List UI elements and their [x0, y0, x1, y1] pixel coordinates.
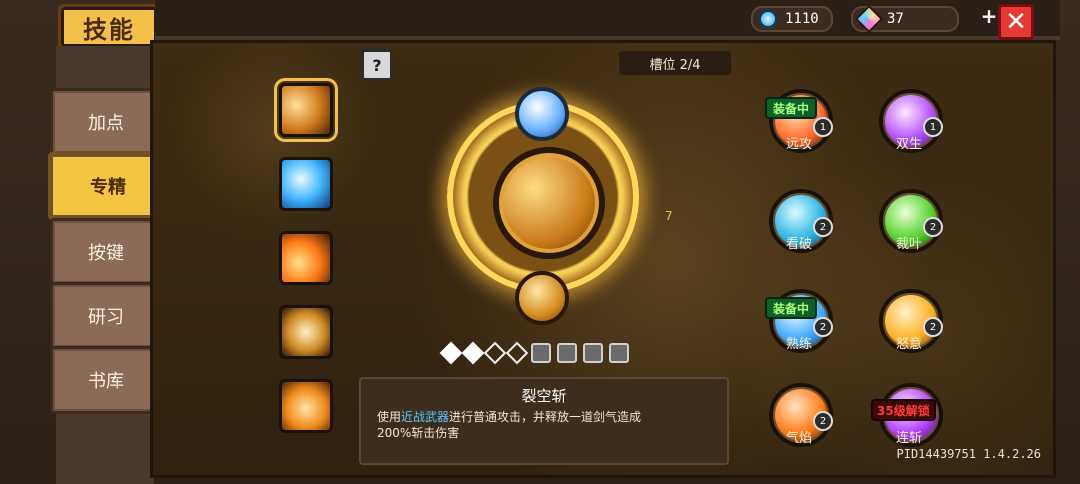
skill-label: 看破: [785, 237, 812, 252]
progress-indicators: [439, 341, 629, 365]
crystal-currency[interactable]: 37: [851, 4, 959, 34]
skill-label: 气焰: [785, 431, 812, 446]
equipped-tag: 装备中: [765, 97, 818, 119]
progress-diamond-filled: [461, 341, 485, 365]
lock-icon: [557, 343, 577, 363]
sidebar-item-library[interactable]: 书库: [50, 346, 162, 414]
add-currency-button[interactable]: +: [979, 4, 999, 28]
slot-label: 槽位 2/4: [619, 51, 731, 75]
selected-skill-core[interactable]: [493, 147, 605, 259]
skill-description: 使用近战武器进行普通攻击，并释放一道剑气造成 200%斩击伤害: [377, 409, 711, 441]
sidebar-item-keybinds[interactable]: 按键: [50, 218, 162, 286]
sidebar-item-label: 加点: [88, 113, 124, 134]
sidebar-item-label: 研习: [88, 307, 124, 328]
crystal-count: 37: [887, 11, 904, 27]
unlock-level-tag: 35级解锁: [871, 399, 936, 421]
equipped-tag: 装备中: [765, 297, 818, 319]
lock-icon: [583, 343, 603, 363]
skill-label: 裁叶: [895, 237, 922, 252]
sidebar-item-label: 书库: [88, 371, 124, 392]
page-title: 技能: [83, 15, 135, 44]
desc-keyword: 近战武器: [401, 410, 450, 424]
sidebar-item-label: 按键: [88, 243, 124, 264]
progress-diamond-empty: [505, 341, 529, 365]
left-skill-fire-dash[interactable]: [279, 231, 333, 285]
skill-description-panel: 裂空斩 使用近战武器进行普通攻击，并释放一道剑气造成 200%斩击伤害: [359, 377, 729, 465]
progress-diamond-empty: [483, 341, 507, 365]
left-skill-whirlwind[interactable]: [279, 305, 333, 359]
skill-label: 远攻: [785, 137, 812, 152]
skills-main-panel: ? 槽位 2/4 7 裂空斩 使用近战武器进行普通攻击，并释放一道剑气造成 20…: [150, 40, 1056, 478]
crystal-icon: [854, 4, 884, 34]
lock-icon: [531, 343, 551, 363]
left-skill-ice-shatter[interactable]: [279, 157, 333, 211]
skill-label: 双生: [895, 137, 922, 152]
skill-label: 连斩: [895, 431, 922, 446]
skill-label: 熟练: [785, 337, 812, 352]
close-button[interactable]: ✕: [998, 4, 1034, 40]
sidebar-item-study[interactable]: 研习: [50, 282, 162, 350]
desc-suffix: 进行普通攻击，并释放一道剑气造成: [449, 410, 642, 424]
moon-node[interactable]: [515, 271, 569, 325]
skill-label: 怒意: [895, 337, 922, 352]
gem-icon: [759, 10, 777, 28]
lock-icon: [609, 343, 629, 363]
desc-prefix: 使用: [377, 410, 402, 424]
left-skill-flame-burst[interactable]: [279, 379, 333, 433]
skills-title-tab: 技能: [58, 4, 160, 50]
skill-name: 裂空斩: [521, 387, 567, 405]
help-button[interactable]: ?: [361, 49, 393, 81]
help-icon: ?: [372, 55, 382, 75]
progress-diamond-filled: [439, 341, 463, 365]
gem-count: 1110: [785, 11, 819, 27]
left-skill-moon-slash[interactable]: [274, 78, 338, 142]
build-id: PID14439751 1.4.2.26: [896, 447, 1042, 461]
side-number: 7: [665, 209, 673, 223]
gem-currency[interactable]: 1110: [751, 6, 833, 32]
desc-line2: 200%斩击伤害: [377, 426, 460, 440]
close-icon: ✕: [1005, 7, 1027, 37]
sidebar-item-label: 专精: [90, 177, 126, 198]
top-bar: 1110 + 37: [155, 0, 1060, 40]
sidebar-item-add-points[interactable]: 加点: [50, 88, 162, 156]
add-symbol: +: [980, 4, 998, 28]
hourglass-node[interactable]: [515, 87, 569, 141]
